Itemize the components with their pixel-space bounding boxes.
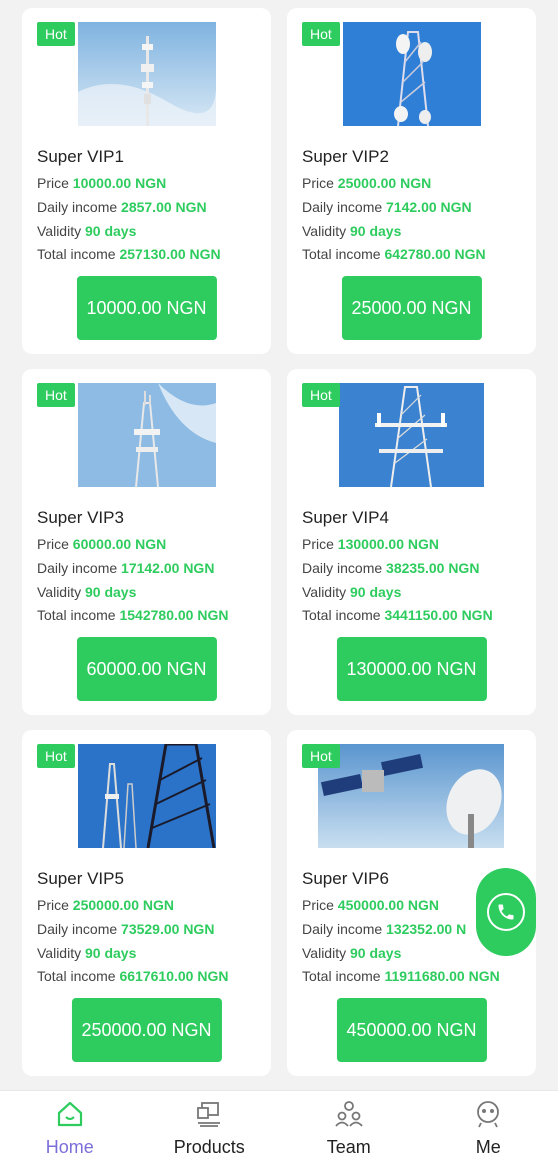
daily-income-row: Daily income 7142.00 NGN <box>302 199 472 215</box>
products-icon <box>197 1102 221 1127</box>
price-row: Price 130000.00 NGN <box>302 536 439 552</box>
tab-products[interactable]: Products <box>140 1091 280 1159</box>
tower-image <box>78 22 216 126</box>
tab-team[interactable]: Team <box>279 1091 419 1159</box>
tower-image <box>343 22 481 126</box>
validity-row: Validity 90 days <box>302 223 402 239</box>
product-grid: Hot Super VIP1 Price 10000.00 NGN Daily … <box>22 8 536 1076</box>
buy-button[interactable]: 130000.00 NGN <box>336 637 487 701</box>
contact-support-button[interactable] <box>476 868 536 956</box>
hot-badge: Hot <box>302 744 340 768</box>
daily-income-row: Daily income 2857.00 NGN <box>37 199 207 215</box>
total-income-row: Total income 6617610.00 NGN <box>37 968 229 984</box>
hot-badge: Hot <box>302 22 340 46</box>
satellite-image <box>318 744 504 848</box>
tab-me[interactable]: Me <box>419 1091 558 1159</box>
buy-button[interactable]: 25000.00 NGN <box>341 276 482 340</box>
daily-income-row: Daily income 73529.00 NGN <box>37 921 215 937</box>
buy-button[interactable]: 450000.00 NGN <box>336 998 487 1062</box>
tab-team-label: Team <box>326 1137 371 1157</box>
tab-home-label: Home <box>45 1137 94 1157</box>
me-icon <box>477 1101 500 1128</box>
product-title: Super VIP2 <box>302 147 389 166</box>
daily-income-row: Daily income 38235.00 NGN <box>302 560 480 576</box>
buy-button[interactable]: 250000.00 NGN <box>71 998 222 1062</box>
buy-button[interactable]: 10000.00 NGN <box>76 276 217 340</box>
price-row: Price 10000.00 NGN <box>37 175 167 191</box>
product-card[interactable]: Hot Super VIP1 Price 10000.00 NGN Daily … <box>22 8 271 354</box>
tab-me-label: Me <box>475 1137 501 1157</box>
hot-badge: Hot <box>37 22 75 46</box>
price-row: Price 25000.00 NGN <box>302 175 432 191</box>
validity-row: Validity 90 days <box>37 223 137 239</box>
product-card[interactable]: Hot Super VIP4 Price 130000.00 NGN Daily… <box>287 369 536 715</box>
tower-image <box>78 383 216 487</box>
hot-badge: Hot <box>37 744 75 768</box>
daily-income-row: Daily income 17142.00 NGN <box>37 560 215 576</box>
hot-badge: Hot <box>37 383 75 407</box>
tower-image <box>78 744 216 848</box>
tab-home[interactable]: Home <box>0 1091 140 1159</box>
daily-income-row: Daily income 132352.00 N <box>302 921 467 937</box>
product-title: Super VIP6 <box>302 869 389 888</box>
total-income-row: Total income 642780.00 NGN <box>302 246 486 262</box>
tab-products-label: Products <box>173 1137 245 1157</box>
product-card[interactable]: Hot Super VIP3 Price 60000.00 NGN Daily … <box>22 369 271 715</box>
bottom-tab-bar: Home Products Team Me <box>0 1090 558 1159</box>
buy-button[interactable]: 60000.00 NGN <box>76 637 217 701</box>
price-row: Price 450000.00 NGN <box>302 897 439 913</box>
price-row: Price 250000.00 NGN <box>37 897 174 913</box>
product-card[interactable]: Hot Super VIP5 Price 250000.00 NGN Daily… <box>22 730 271 1076</box>
product-title: Super VIP1 <box>37 147 124 166</box>
product-title: Super VIP5 <box>37 869 124 888</box>
validity-row: Validity 90 days <box>37 584 137 600</box>
total-income-row: Total income 257130.00 NGN <box>37 246 221 262</box>
product-title: Super VIP3 <box>37 508 124 527</box>
phone-icon <box>487 893 525 931</box>
validity-row: Validity 90 days <box>302 584 402 600</box>
total-income-row: Total income 11911680.00 NGN <box>302 968 500 984</box>
tower-image <box>339 383 484 487</box>
validity-row: Validity 90 days <box>302 945 402 961</box>
hot-badge: Hot <box>302 383 340 407</box>
home-icon <box>57 1101 82 1127</box>
total-income-row: Total income 1542780.00 NGN <box>37 607 229 623</box>
price-row: Price 60000.00 NGN <box>37 536 167 552</box>
total-income-row: Total income 3441150.00 NGN <box>302 607 493 623</box>
product-card[interactable]: Hot Super VIP2 Price 25000.00 NGN Daily … <box>287 8 536 354</box>
team-icon <box>335 1101 363 1127</box>
validity-row: Validity 90 days <box>37 945 137 961</box>
product-title: Super VIP4 <box>302 508 389 527</box>
